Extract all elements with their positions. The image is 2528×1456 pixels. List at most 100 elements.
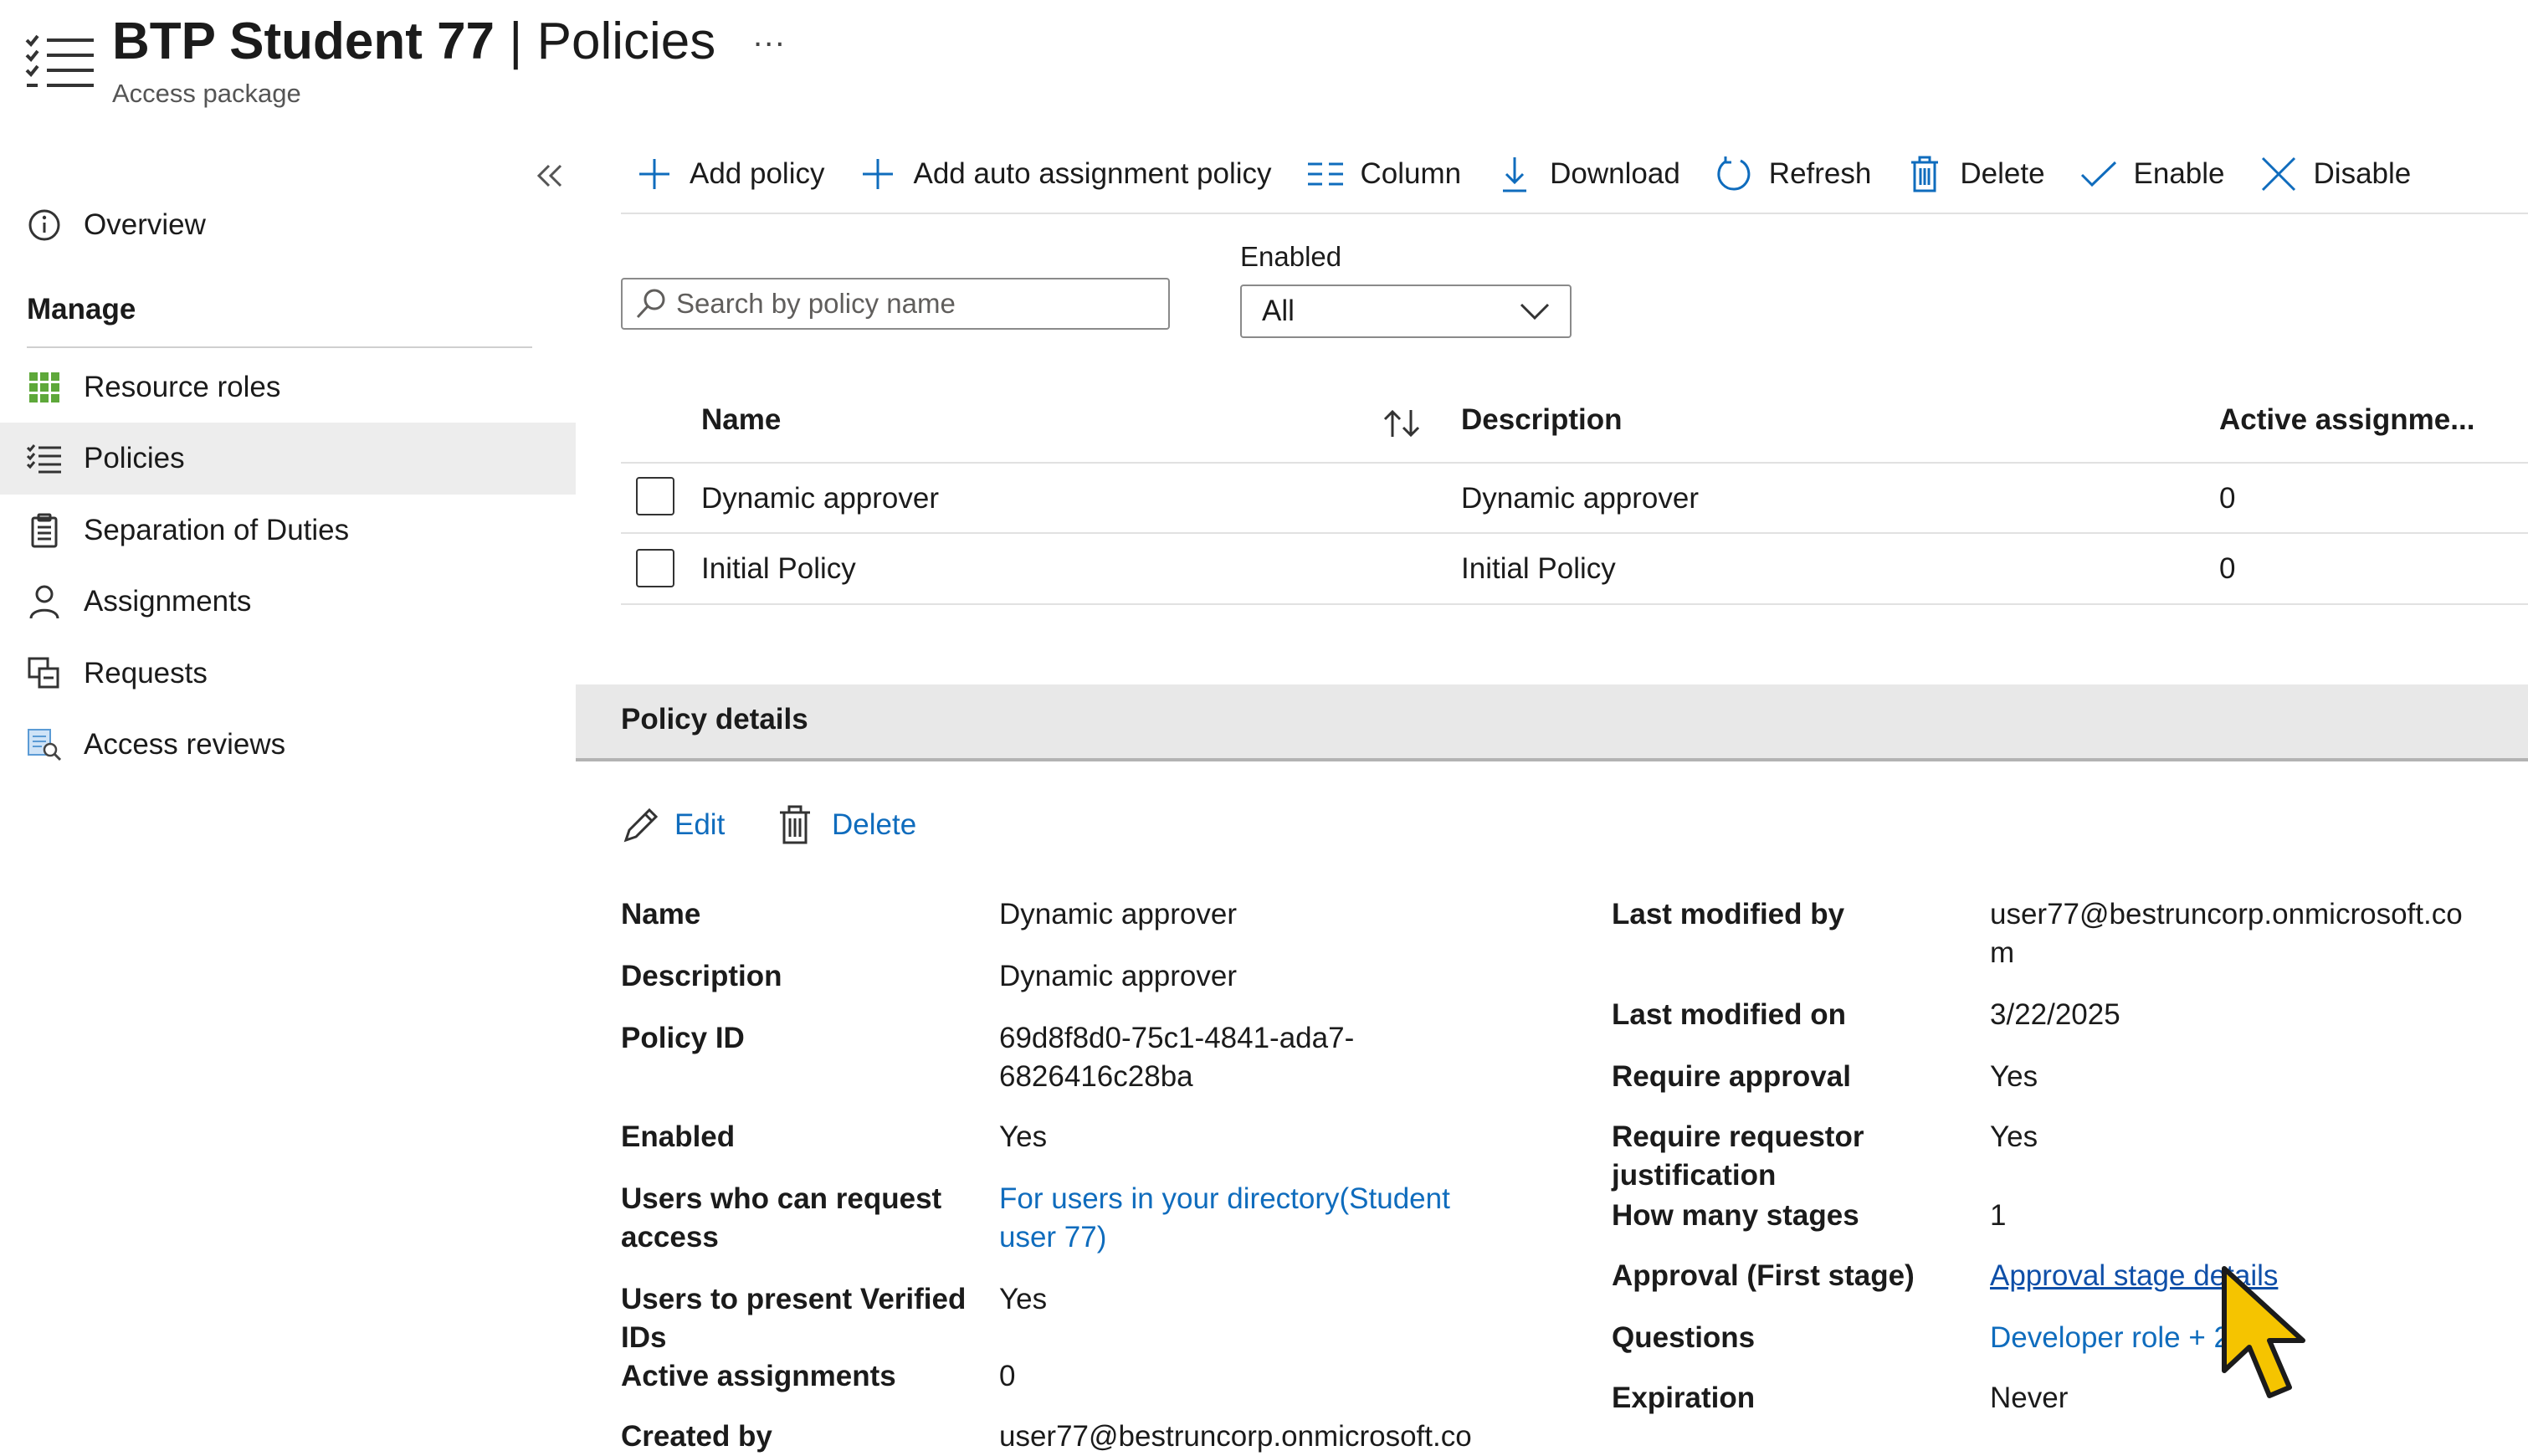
refresh-label: Refresh (1768, 157, 1872, 190)
detail-label-active-assignments: Active assignments (621, 1360, 896, 1392)
sidebar-item-policies[interactable]: Policies (0, 423, 576, 495)
detail-label-last-modified-by: Last modified by (1612, 898, 1845, 931)
divider (621, 532, 2528, 534)
detail-value-verified-ids: Yes (999, 1283, 1048, 1315)
clipboard-icon (25, 511, 64, 550)
column-header-name[interactable]: Name (701, 403, 781, 437)
plus-icon (859, 156, 896, 192)
questions-link[interactable]: Developer role + 2 (1990, 1319, 2230, 1357)
add-policy-button[interactable]: Add policy (636, 156, 824, 192)
download-button[interactable]: Download (1496, 156, 1680, 192)
detail-label-name: Name (621, 898, 701, 931)
details-delete-button[interactable]: Delete (778, 805, 916, 845)
detail-label-last-modified-on: Last modified on (1612, 998, 1846, 1031)
sidebar-item-access-reviews[interactable]: Access reviews (0, 709, 576, 781)
edit-label: Edit (674, 808, 726, 841)
detail-value-active-assignments: 0 (999, 1360, 1016, 1392)
collapse-sidebar-icon[interactable] (536, 159, 564, 192)
page-title: BTP Student 77 | Policies (112, 13, 716, 70)
edit-button[interactable]: Edit (621, 805, 725, 845)
plus-icon (636, 156, 673, 192)
more-options-button[interactable]: ... (753, 17, 786, 54)
policies-list-icon (25, 33, 95, 92)
search-placeholder: Search by policy name (676, 288, 956, 319)
policy-details-header (576, 684, 2528, 761)
detail-value-require-approval: Yes (1990, 1060, 2038, 1093)
table-cell-description: Dynamic approver (1461, 482, 1699, 515)
enable-label: Enable (2133, 157, 2225, 190)
column-icon (1307, 156, 1344, 192)
detail-label-enabled: Enabled (621, 1120, 736, 1153)
sidebar-item-label: Overview (84, 208, 206, 241)
add-policy-label: Add policy (690, 157, 825, 190)
delete-button[interactable]: Delete (1906, 156, 2045, 192)
chevron-down-icon (1520, 302, 1550, 320)
sidebar-item-separation-of-duties[interactable]: Separation of Duties (0, 495, 576, 567)
table-cell-active: 0 (2219, 482, 2236, 515)
delete-label: Delete (1960, 157, 2045, 190)
column-header-active-assignments[interactable]: Active assignme... (2219, 403, 2474, 437)
enabled-filter-value: All (1262, 295, 1295, 327)
sidebar-item-label: Policies (84, 442, 185, 474)
table-cell-name[interactable]: Dynamic approver (701, 482, 939, 515)
row-checkbox[interactable] (636, 549, 674, 587)
add-auto-assignment-policy-button[interactable]: Add auto assignment policy (859, 156, 1272, 192)
requests-icon (25, 654, 64, 693)
divider (27, 346, 532, 348)
column-header-description[interactable]: Description (1461, 403, 1623, 437)
detail-value-expiration: Never (1990, 1382, 2069, 1414)
sidebar-item-resource-roles[interactable]: Resource roles (0, 351, 576, 423)
detail-value-require-justification: Yes (1990, 1120, 2038, 1153)
disable-label: Disable (2313, 157, 2412, 190)
refresh-button[interactable]: Refresh (1715, 156, 1872, 192)
mouse-cursor-icon (2219, 1265, 2330, 1416)
detail-value-created-by: user77@bestruncorp.onmicrosoft.co (999, 1420, 1472, 1453)
sidebar-item-requests[interactable]: Requests (0, 638, 576, 710)
detail-value-how-many-stages: 1 (1990, 1199, 2007, 1232)
sidebar-item-assignments[interactable]: Assignments (0, 566, 576, 638)
sidebar-item-label: Separation of Duties (84, 514, 350, 546)
download-icon (1496, 156, 1533, 192)
divider (621, 213, 2528, 214)
grid-icon (25, 368, 64, 407)
column-button[interactable]: Column (1307, 156, 1462, 192)
table-cell-active: 0 (2219, 552, 2236, 585)
detail-label-approval-first-stage: Approval (First stage) (1612, 1259, 1915, 1292)
sort-icon[interactable] (1382, 408, 1421, 438)
trash-icon (1906, 156, 1943, 192)
pencil-icon (621, 805, 661, 845)
detail-label-description: Description (621, 960, 782, 992)
sidebar-item-label: Access reviews (84, 728, 286, 761)
enabled-filter-select[interactable]: All (1240, 285, 1572, 338)
detail-value-last-modified-on: 3/22/2025 (1990, 998, 2120, 1031)
detail-label-require-approval: Require approval (1612, 1060, 1851, 1093)
person-icon (25, 582, 64, 621)
row-checkbox[interactable] (636, 477, 674, 515)
search-icon (634, 287, 668, 320)
access-review-icon (25, 725, 64, 764)
detail-label-users-who-can-request: Users who can request access (621, 1182, 942, 1253)
command-bar: Add policy Add auto assignment policy Co… (636, 144, 2446, 204)
disable-button[interactable]: Disable (2260, 156, 2412, 192)
detail-label-how-many-stages: How many stages (1612, 1199, 1859, 1232)
users-who-can-request-link[interactable]: For users in your directory(Student user … (999, 1180, 1450, 1257)
policy-details-title: Policy details (621, 703, 808, 736)
add-auto-label: Add auto assignment policy (913, 157, 1272, 190)
column-label: Column (1360, 157, 1462, 190)
search-input[interactable]: Search by policy name (621, 278, 1170, 330)
table-cell-description: Initial Policy (1461, 552, 1616, 585)
table-cell-name[interactable]: Initial Policy (701, 552, 856, 586)
manage-heading: Manage (27, 293, 136, 326)
page-subtitle: Access package (112, 79, 301, 108)
sidebar-item-label: Assignments (84, 585, 252, 618)
enable-button[interactable]: Enable (2080, 156, 2225, 192)
detail-value-policy-id: 69d8f8d0-75c1-4841-ada7- 6826416c28ba (999, 1022, 1355, 1093)
sidebar-item-label: Resource roles (84, 371, 281, 403)
sidebar-item-overview[interactable]: Overview (0, 189, 576, 261)
list-check-icon (25, 439, 64, 478)
delete-label: Delete (832, 808, 917, 841)
divider (621, 603, 2528, 605)
checkmark-icon (2080, 156, 2117, 192)
detail-value-name: Dynamic approver (999, 898, 1237, 931)
detail-value-description: Dynamic approver (999, 960, 1237, 992)
